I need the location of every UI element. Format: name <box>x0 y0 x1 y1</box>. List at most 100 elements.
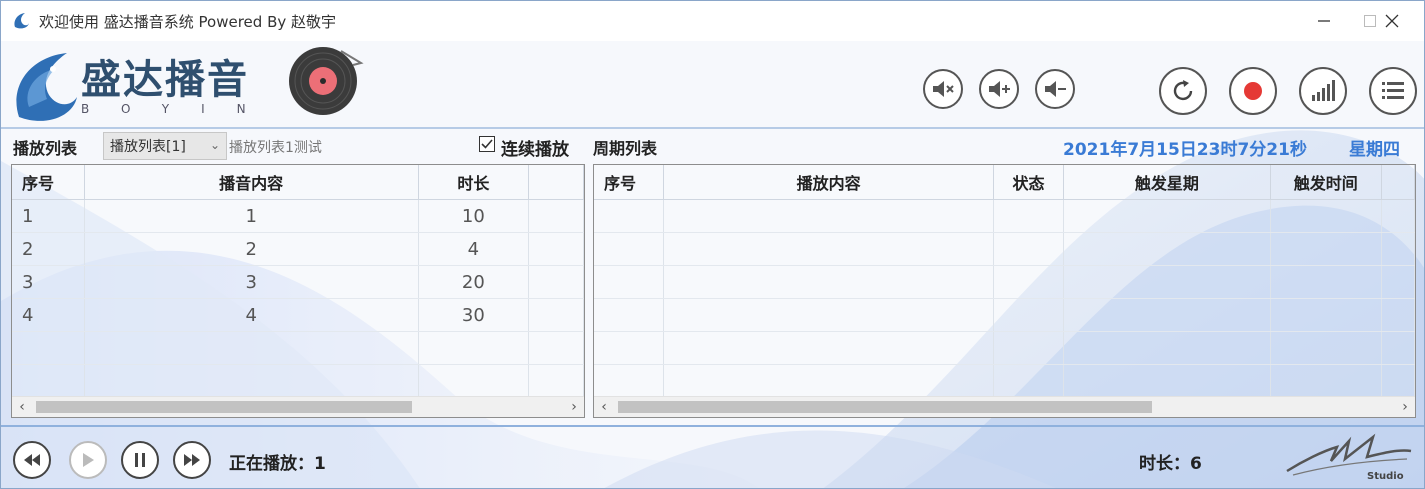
scroll-thumb[interactable] <box>36 401 412 413</box>
cell-content: 1 <box>84 199 419 233</box>
playlist-label: 播放列表 <box>13 139 78 158</box>
studio-text: Studio <box>1367 471 1404 482</box>
cell-duration: 4 <box>418 232 530 266</box>
continuous-checkbox[interactable] <box>479 136 495 152</box>
schedule-table: 序号 播放内容 状态 触发星期 触发时间 <box>594 165 1416 398</box>
mute-button[interactable] <box>923 69 963 109</box>
close-icon <box>1385 14 1399 28</box>
col-header-empty <box>528 165 584 200</box>
close-button[interactable] <box>1369 1 1415 41</box>
cell-content: 3 <box>84 265 419 299</box>
col-header-index[interactable]: 序号 <box>594 165 665 200</box>
table-row-empty <box>12 331 584 365</box>
table-row[interactable]: 1 1 10 <box>12 199 584 233</box>
footer-separator <box>1 425 1424 427</box>
playlist-table: 序号 播音内容 时长 1 1 10 2 2 4 3 3 20 4 4 30 <box>12 165 584 398</box>
cell-empty <box>528 199 584 233</box>
cell-empty <box>528 298 584 332</box>
schedule-label: 周期列表 <box>593 139 658 158</box>
cell-content: 2 <box>84 232 419 266</box>
main-window: 欢迎使用 盛达播音系统 Powered By 赵敬宇 盛达播音 BOYIN 播放… <box>0 0 1425 489</box>
refresh-icon <box>1173 80 1193 101</box>
chevron-down-icon: ⌄ <box>209 138 220 152</box>
previous-button[interactable] <box>13 441 51 479</box>
col-header-content[interactable]: 播放内容 <box>663 165 995 200</box>
playlist-hscrollbar[interactable]: ‹ › <box>12 396 584 417</box>
volume-up-button[interactable] <box>979 69 1019 109</box>
playlist-grid[interactable]: 序号 播音内容 时长 1 1 10 2 2 4 3 3 20 4 4 30 ‹ … <box>11 164 585 418</box>
brand-sub: BOYIN <box>81 102 278 116</box>
playlist-select[interactable]: 播放列表[1] ⌄ <box>103 132 227 160</box>
table-row-empty <box>12 364 584 398</box>
play-button[interactable] <box>69 441 107 479</box>
table-row[interactable]: 2 2 4 <box>12 232 584 266</box>
continuous-label[interactable]: 连续播放 <box>501 135 569 160</box>
col-header-status[interactable]: 状态 <box>993 165 1064 200</box>
table-row-empty <box>594 364 1416 398</box>
speaker-plus-icon <box>989 81 1010 97</box>
current-datetime: 2021年7月15日23时7分21秒 <box>1063 140 1307 160</box>
speaker-minus-icon <box>1045 81 1066 97</box>
volume-down-button[interactable] <box>1035 69 1075 109</box>
dolphin-logo <box>16 53 77 121</box>
playlist-name: 播放列表1测试 <box>229 140 322 156</box>
col-header-index[interactable]: 序号 <box>12 165 85 200</box>
now-playing: 正在播放：1 <box>229 454 326 474</box>
scroll-right-icon[interactable]: › <box>566 397 582 417</box>
pause-icon <box>135 453 145 467</box>
cell-duration: 10 <box>418 199 530 233</box>
list-icon <box>1382 82 1404 99</box>
fast-forward-icon <box>184 454 200 466</box>
col-header-weekday[interactable]: 触发星期 <box>1063 165 1271 200</box>
cell-empty <box>528 232 584 266</box>
table-row[interactable]: 4 4 30 <box>12 298 584 332</box>
signal-bars-icon <box>1312 80 1335 101</box>
scroll-left-icon[interactable]: ‹ <box>14 397 30 417</box>
rewind-icon <box>24 454 40 466</box>
col-header-duration[interactable]: 时长 <box>418 165 530 200</box>
brand-name: 盛达播音 <box>81 57 249 103</box>
checkmark-icon <box>481 139 493 149</box>
playlist-select-value: 播放列表[1] <box>110 139 186 155</box>
cell-index: 2 <box>12 232 85 266</box>
list-button[interactable] <box>1369 67 1417 115</box>
minimize-icon <box>1318 20 1330 22</box>
window-title: 欢迎使用 盛达播音系统 Powered By 赵敬宇 <box>39 12 337 31</box>
cell-index: 4 <box>12 298 85 332</box>
table-row-empty <box>594 265 1416 299</box>
col-header-time[interactable]: 触发时间 <box>1270 165 1382 200</box>
cell-empty <box>528 265 584 299</box>
table-row-empty <box>594 331 1416 365</box>
table-row-empty <box>594 199 1416 233</box>
scroll-left-icon[interactable]: ‹ <box>596 397 612 417</box>
play-icon <box>83 453 94 467</box>
cell-content: 4 <box>84 298 419 332</box>
title-bar: 欢迎使用 盛达播音系统 Powered By 赵敬宇 <box>1 1 1424 41</box>
schedule-grid[interactable]: 序号 播放内容 状态 触发星期 触发时间 ‹ › <box>593 164 1416 418</box>
vinyl-record-icon <box>289 47 364 115</box>
refresh-button[interactable] <box>1159 67 1207 115</box>
cell-duration: 20 <box>418 265 530 299</box>
scroll-right-icon[interactable]: › <box>1397 397 1413 417</box>
schedule-hscrollbar[interactable]: ‹ › <box>594 396 1415 417</box>
studio-signature: Studio <box>1283 431 1413 487</box>
speaker-mute-icon <box>933 81 954 97</box>
cell-duration: 30 <box>418 298 530 332</box>
signal-button[interactable] <box>1299 67 1347 115</box>
table-row-empty <box>594 232 1416 266</box>
table-row[interactable]: 3 3 20 <box>12 265 584 299</box>
current-weekday: 星期四 <box>1349 140 1400 160</box>
header-separator <box>1 127 1424 129</box>
pause-button[interactable] <box>121 441 159 479</box>
record-icon <box>1244 82 1262 100</box>
scroll-thumb[interactable] <box>618 401 1152 413</box>
studio-logo-icon: Studio <box>1286 433 1412 482</box>
app-dolphin-icon <box>14 13 29 29</box>
minimize-button[interactable] <box>1301 1 1347 41</box>
cell-index: 3 <box>12 265 85 299</box>
current-duration: 时长：6 <box>1139 454 1202 474</box>
table-row-empty <box>594 298 1416 332</box>
record-button[interactable] <box>1229 67 1277 115</box>
col-header-content[interactable]: 播音内容 <box>84 165 419 200</box>
next-button[interactable] <box>173 441 211 479</box>
